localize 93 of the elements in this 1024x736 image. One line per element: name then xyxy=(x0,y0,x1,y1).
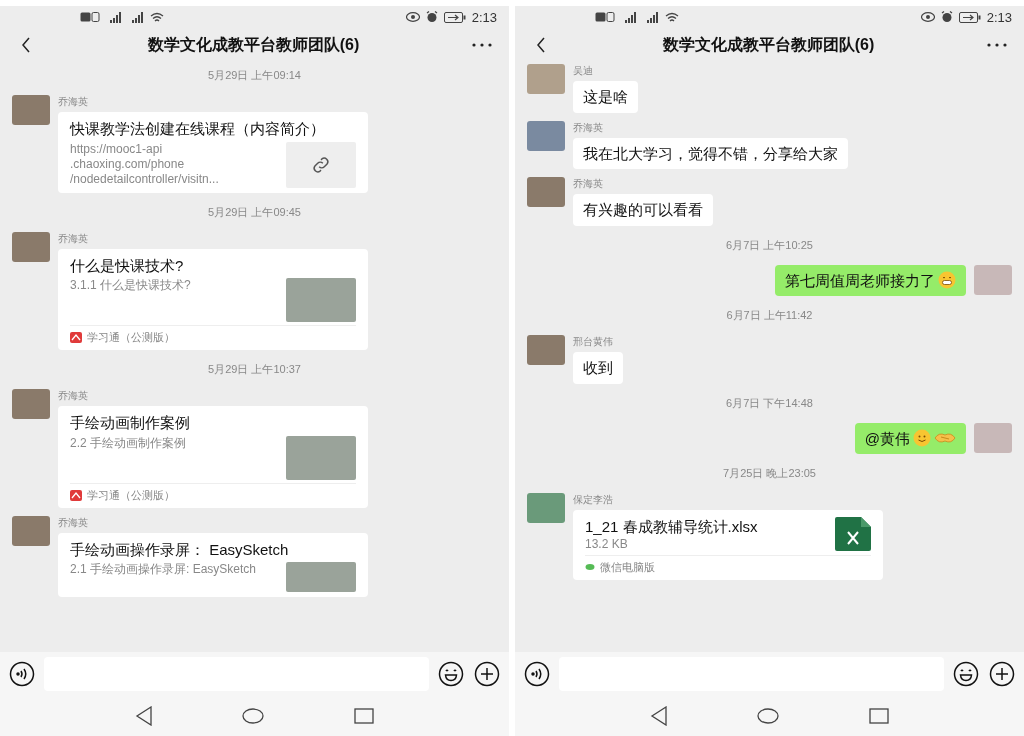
battery-icon xyxy=(958,11,981,23)
photo-placeholder xyxy=(286,562,356,592)
nav-recents-button[interactable] xyxy=(354,708,375,724)
more-icon xyxy=(472,43,492,47)
nav-recents-button[interactable] xyxy=(869,708,890,724)
back-icon xyxy=(21,37,31,53)
hd-icon xyxy=(595,12,615,22)
timestamp: 5月29日 上午10:37 xyxy=(208,362,301,377)
message-bubble[interactable]: 这是啥 xyxy=(573,81,638,113)
message-bubble[interactable]: @黄伟 xyxy=(854,422,966,454)
alarm-icon xyxy=(425,11,438,23)
card-title: 什么是快课技术? xyxy=(70,255,185,275)
link-url: https://mooc1-api .chaoxing.com/phone /nodedetailcontroller/visitn... xyxy=(70,141,220,187)
voice-icon xyxy=(524,661,550,687)
smiley-icon xyxy=(438,661,464,687)
nav-back-button[interactable] xyxy=(134,706,153,726)
card-title: 快课教学法创建在线课程（内容简介） xyxy=(70,119,326,139)
article-card[interactable]: 什么是快课技术? 3.1.1 什么是快课技术? 学习通（公测版） xyxy=(58,248,368,350)
card-title: 手绘动画操作录屏： EasySketch xyxy=(70,539,290,559)
timestamp: 6月7日 上午11:42 xyxy=(726,308,813,323)
smiley-icon xyxy=(953,661,979,687)
sender-name: 乔海英 xyxy=(573,120,604,135)
nav-home-button[interactable] xyxy=(242,708,265,724)
emoji-button[interactable] xyxy=(437,660,465,688)
source-app-name: 学习通（公测版） xyxy=(87,487,175,503)
sender-name: 乔海英 xyxy=(58,231,89,246)
spreadsheet-file-icon xyxy=(835,517,871,551)
source-app-name: 学习通（公测版） xyxy=(87,330,175,345)
sender-name: 吴迪 xyxy=(573,64,594,78)
clock-time: 2:13 xyxy=(986,9,1012,25)
file-size: 13.2 KB xyxy=(585,536,629,552)
article-card[interactable]: 手绘动画制作案例 2.2 手绘动画制作案例 学习通（公测版） xyxy=(58,406,368,508)
photo-placeholder xyxy=(286,278,356,322)
photo-placeholder xyxy=(286,435,356,480)
eye-icon xyxy=(920,12,935,22)
plus-icon xyxy=(989,661,1015,687)
app-logo-icon xyxy=(70,332,82,343)
more-icon xyxy=(987,43,1007,47)
sender-name: 乔海英 xyxy=(573,177,604,191)
wifi-icon xyxy=(665,11,679,23)
triangle-icon xyxy=(649,706,668,726)
file-card[interactable]: 1_21 春成教辅导统计.xlsx 13.2 KB 微信电脑版 xyxy=(573,510,883,580)
voice-icon xyxy=(9,661,35,687)
circle-icon xyxy=(757,708,780,724)
message-bubble[interactable]: 第七周值周老师接力了 xyxy=(775,264,966,296)
chat-title: 数学文化成教平台教师团队(6) xyxy=(146,34,361,55)
clock-time: 2:13 xyxy=(471,9,497,25)
timestamp: 7月25日 晚上23:05 xyxy=(723,466,816,481)
grinning-emoji-icon xyxy=(938,271,956,290)
circle-icon xyxy=(242,708,265,724)
back-icon xyxy=(536,37,546,53)
article-card[interactable]: 手绘动画操作录屏： EasySketch 2.1 手绘动画操作录屏: EasySketch xyxy=(58,532,368,597)
voice-button[interactable] xyxy=(523,660,551,688)
avatar-photo[interactable] xyxy=(12,515,50,546)
add-button[interactable] xyxy=(473,660,501,688)
card-description: 2.2 手绘动画制作案例 xyxy=(70,435,187,451)
card-description: 2.1 手绘动画操作录屏: EasySketch xyxy=(70,562,258,577)
message-bubble[interactable]: 我在北大学习，觉得不错，分享给大家 xyxy=(573,137,848,169)
file-name: 1_21 春成教辅导统计.xlsx xyxy=(585,517,759,537)
sender-name: 保定李浩 xyxy=(573,493,614,507)
timestamp: 5月29日 上午09:45 xyxy=(208,204,301,220)
wifi-icon xyxy=(150,11,164,23)
nav-back-button[interactable] xyxy=(649,706,668,726)
nav-home-button[interactable] xyxy=(757,708,780,724)
sender-name: 乔海英 xyxy=(58,389,89,403)
timestamp: 5月29日 上午09:14 xyxy=(208,68,301,83)
battery-icon xyxy=(443,11,466,23)
chat-title: 数学文化成教平台教师团队(6) xyxy=(661,34,876,55)
sender-name: 乔海英 xyxy=(58,515,89,530)
sender-name: 乔海英 xyxy=(58,95,89,109)
link-card[interactable]: 快课教学法创建在线课程（内容简介） https://mooc1-api .chaoxing.com/phone /nodedetailcontroller/visitn... xyxy=(58,112,368,193)
card-title: 手绘动画制作案例 xyxy=(70,413,191,433)
add-button[interactable] xyxy=(988,660,1016,688)
message-bubble[interactable]: 收到 xyxy=(573,352,623,384)
plus-icon xyxy=(474,661,500,687)
alarm-icon xyxy=(940,11,953,23)
avatar-photo[interactable] xyxy=(527,120,565,151)
app-logo-icon xyxy=(70,489,82,501)
avatar-photo[interactable] xyxy=(12,231,50,262)
source-app-name: 微信电脑版 xyxy=(600,559,655,575)
message-bubble[interactable]: 有兴趣的可以看看 xyxy=(573,194,713,226)
timestamp: 6月7日 上午10:25 xyxy=(726,237,813,253)
timestamp: 6月7日 下午14:48 xyxy=(726,395,813,411)
emoji-button[interactable] xyxy=(952,660,980,688)
square-icon xyxy=(354,708,375,724)
hd-icon xyxy=(80,12,100,22)
smiley-emoji-icon xyxy=(913,429,931,448)
eye-icon xyxy=(405,12,420,22)
voice-button[interactable] xyxy=(8,660,36,688)
triangle-icon xyxy=(134,706,153,726)
sender-name: 邢台黄伟 xyxy=(573,335,614,349)
card-description: 3.1.1 什么是快课技术? xyxy=(70,278,192,293)
square-icon xyxy=(869,708,890,724)
